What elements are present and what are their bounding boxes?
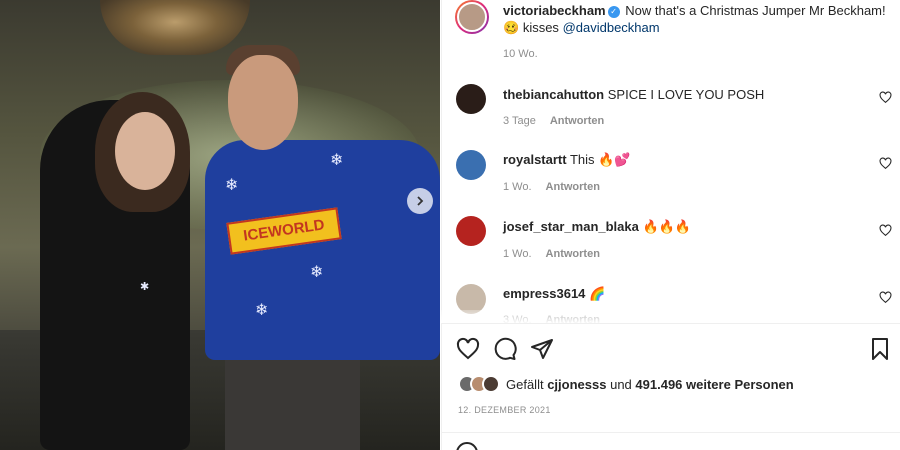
comment-body: This 🔥💕 bbox=[569, 152, 631, 167]
comment-meta: 1 Wo. Antworten bbox=[503, 248, 600, 260]
reply-button[interactable]: Antworten bbox=[550, 115, 604, 127]
heart-icon[interactable] bbox=[879, 91, 892, 104]
caption-emoji: 🥴 bbox=[503, 20, 520, 35]
heart-icon[interactable] bbox=[879, 291, 892, 304]
reply-button[interactable]: Antworten bbox=[546, 181, 600, 193]
heart-icon[interactable] bbox=[879, 157, 892, 170]
comment: josef_star_man_blaka 🔥🔥🔥 bbox=[503, 218, 863, 235]
commenter-avatar[interactable] bbox=[456, 216, 486, 246]
comment-body: 🌈 bbox=[589, 286, 606, 301]
author-avatar[interactable] bbox=[455, 0, 489, 34]
snowflake-icon: ❄ bbox=[225, 177, 239, 194]
woman-face bbox=[115, 112, 175, 190]
comment-icon[interactable] bbox=[493, 337, 517, 361]
reply-button[interactable]: Antworten bbox=[546, 248, 600, 260]
divider bbox=[441, 432, 900, 433]
heart-icon[interactable] bbox=[879, 224, 892, 237]
comment: thebiancahutton SPICE I LOVE YOU POSH bbox=[503, 86, 863, 103]
verified-badge-icon: ✓ bbox=[607, 5, 620, 18]
likes-summary[interactable]: Gefällt cjjonesss und 491.496 weitere Pe… bbox=[458, 374, 794, 394]
likes-middle: und bbox=[610, 376, 632, 392]
next-photo-button[interactable] bbox=[407, 188, 433, 214]
comment: royalstartt This 🔥💕 bbox=[503, 151, 863, 168]
caption-text-2: kisses bbox=[522, 20, 559, 35]
liker-avatar bbox=[482, 375, 500, 393]
comment-username[interactable]: royalstartt bbox=[503, 152, 567, 167]
mention-link[interactable]: @davidbeckham bbox=[563, 20, 660, 35]
commenter-avatar[interactable] bbox=[456, 84, 486, 114]
comment-age: 1 Wo. bbox=[503, 248, 532, 260]
snowflake-icon: ❄ bbox=[330, 152, 344, 169]
author-username[interactable]: victoriabeckham bbox=[503, 3, 606, 18]
post-age: 10 Wo. bbox=[503, 48, 538, 60]
snowflake-icon: ❄ bbox=[255, 302, 269, 319]
comment-username[interactable]: josef_star_man_blaka bbox=[503, 219, 639, 234]
comment-meta: 3 Tage Antworten bbox=[503, 115, 604, 127]
chandelier bbox=[100, 0, 250, 55]
comment-username[interactable]: empress3614 bbox=[503, 286, 585, 301]
likes-text: Gefällt cjjonesss und 491.496 weitere Pe… bbox=[506, 377, 794, 392]
chevron-right-icon bbox=[417, 196, 424, 206]
commenter-avatar[interactable] bbox=[456, 150, 486, 180]
liker-username[interactable]: cjjonesss bbox=[547, 377, 606, 392]
snowflake-icon: ✱ bbox=[140, 281, 150, 293]
comments-fade bbox=[441, 310, 900, 324]
comment-body: 🔥🔥🔥 bbox=[642, 219, 692, 234]
comment: empress3614 🌈 bbox=[503, 285, 863, 302]
likes-count[interactable]: 491.496 weitere Personen bbox=[635, 377, 793, 392]
bookmark-icon[interactable] bbox=[868, 337, 892, 361]
man-face bbox=[228, 55, 298, 150]
post-date: 12. DEZEMBER 2021 bbox=[458, 405, 551, 415]
snowflake-icon: ❄ bbox=[310, 264, 324, 281]
man-trousers bbox=[225, 355, 360, 450]
likes-prefix: Gefällt bbox=[506, 376, 544, 392]
post-photo[interactable]: ICEWORLD ❄ ❄ ❄ ❄ ✱ bbox=[0, 0, 440, 450]
post-caption: victoriabeckham ✓ Now that's a Christmas … bbox=[503, 2, 888, 36]
divider bbox=[441, 323, 900, 324]
paper-plane-icon[interactable] bbox=[530, 337, 554, 361]
comment-username[interactable]: thebiancahutton bbox=[503, 87, 604, 102]
comment-age: 3 Tage bbox=[503, 115, 536, 127]
heart-icon[interactable] bbox=[456, 337, 480, 361]
comment-age: 1 Wo. bbox=[503, 181, 532, 193]
caption-text: Now that's a Christmas Jumper Mr Beckham… bbox=[625, 3, 886, 18]
comment-body: SPICE I LOVE YOU POSH bbox=[607, 87, 765, 102]
comment-meta: 1 Wo. Antworten bbox=[503, 181, 600, 193]
